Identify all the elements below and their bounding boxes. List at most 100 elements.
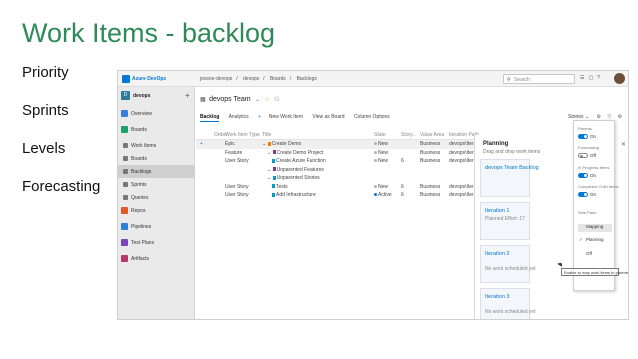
value-area: Business [420,183,441,190]
work-item-type: User Story [225,192,249,198]
table-row[interactable]: ⌄ Unparented Stories [196,174,496,183]
work-item-title-cell[interactable]: ⌄ Create Demo Project [262,150,372,156]
sidebar-item-pipelines[interactable]: Pipelines [118,220,195,236]
close-icon[interactable]: ✕ [621,141,626,148]
view-as-board-button[interactable]: View as Board [312,114,344,120]
column-options-button[interactable]: Column Options [354,114,390,120]
work-item-title-cell[interactable]: Add Infrastructure [262,192,372,198]
work-item-title[interactable]: Add Infrastructure [276,192,316,198]
add-child-icon[interactable]: + [200,141,203,147]
breadcrumb-backlogs[interactable]: Backlogs [297,76,317,82]
work-item-title[interactable]: Create Azure Function [276,158,326,164]
breadcrumb-org[interactable]: jessno-devops [200,76,232,82]
add-project-icon[interactable]: + [185,91,190,100]
team-name[interactable]: devops Team [209,96,251,103]
app-name[interactable]: Azure DevOps [132,76,166,82]
tab-analytics[interactable]: Analytics [229,114,249,120]
work-item-title[interactable]: Unparented Stories [277,175,320,181]
iteration-card[interactable]: Iteration 3 No work scheduled yet [480,288,536,319]
iteration-card[interactable]: Iteration 1 Planned Effort: 17 [480,202,530,240]
new-work-item-plus-icon[interactable]: + [258,114,261,120]
side-pane-option-mapping[interactable]: Mapping [578,224,612,232]
sidebar-item-backlogs[interactable]: Backlogs [118,165,195,178]
state-cell: New [374,158,396,164]
work-item-title-cell[interactable]: Tests [262,184,372,190]
work-item-title-cell[interactable]: ⌄ Create Demo [262,141,372,147]
work-item-title[interactable]: Create Demo [272,141,302,147]
sidebar-item-work-items[interactable]: Work Items [118,139,195,152]
work-item-title[interactable]: Tests [276,184,288,190]
org-selector[interactable]: D devops + [121,91,192,103]
new-work-item-button[interactable]: New Work Item [269,114,303,120]
work-items-icon [123,143,128,148]
breadcrumb-project[interactable]: devops [243,76,259,82]
sidebar-item-overview[interactable]: Overview [118,107,195,123]
iteration-name[interactable]: Iteration 2 [485,251,509,257]
column-header[interactable]: Story... [401,132,415,138]
section-forecasting: Forecasting [578,145,599,150]
work-item-title[interactable]: Unparented Features [277,167,324,173]
work-item-title-cell[interactable]: ⌄ Unparented Features [262,167,372,173]
column-header[interactable]: Title [262,132,372,138]
table-row[interactable]: User Story Create Azure Function New 6 Busin… [196,157,496,166]
work-item-type-icon [267,141,271,146]
work-item-type-icon [272,184,275,189]
iteration-name[interactable]: Iteration 1 [485,208,509,214]
table-row[interactable]: ⌄ Unparented Features [196,166,496,175]
iteration-name[interactable]: Iteration 3 [485,294,509,300]
state-text: New [378,149,389,156]
sidebar-item-test-plans[interactable]: Test Plans [118,236,195,252]
iteration-card[interactable]: Iteration 2 No work scheduled yet [480,245,536,283]
section-completed-children: Completed Child Items [578,184,619,189]
work-item-title-cell[interactable]: Create Azure Function [262,158,372,164]
column-header[interactable]: State [374,132,396,138]
help-icon[interactable]: ? [597,75,604,81]
completed-children-toggle[interactable] [578,192,588,197]
team-backlog-card[interactable]: devops Team Backlog [480,159,539,197]
avatar[interactable] [614,73,625,84]
sidebar-item-repos[interactable]: Repos [118,204,195,220]
state-dot-icon [374,150,377,154]
side-pane-option-planning[interactable]: ✓ Planning [578,237,612,245]
slide-bullets: Priority Sprints Levels Forecasting [22,64,100,216]
sidebar-item-queries[interactable]: Queries [118,191,195,204]
sidebar-item-label: Sprints [131,182,147,188]
work-item-title-cell[interactable]: ⌄ Unparented Stories [262,175,372,181]
state-cell: New [374,184,396,190]
work-item-title[interactable]: Create Demo Project [277,150,324,156]
sidebar-item-sprints[interactable]: Sprints [118,178,195,191]
sidebar-item-boards[interactable]: Boards [118,123,195,139]
forecasting-toggle-state: Off [590,153,596,158]
view-options-dropdown: Parents On Forecasting Off In Progress I… [573,120,619,291]
azure-devops-logo-icon[interactable] [122,75,130,83]
table-row[interactable]: + Epic ⌄ Create Demo New Business devops\Iter… [196,140,496,149]
sidebar-item-artifacts[interactable]: Artifacts [118,252,195,268]
work-item-type-icon [272,150,276,155]
state-dot-icon [374,193,377,197]
table-row[interactable]: User Story Add Infrastructure Active 6 Busin… [196,191,496,200]
tooltip: Enable to map work items to parents [561,268,628,276]
sidebar: D devops + Overview Boards Work Items Board… [118,87,195,319]
breadcrumb-boards[interactable]: Boards [270,76,286,82]
in-progress-toggle[interactable] [578,173,588,178]
team-backlog-link[interactable]: devops Team Backlog [485,165,539,171]
bag-icon[interactable]: ▢ [588,75,597,81]
favorite-star-icon[interactable]: ☆ [264,97,269,103]
column-header[interactable]: Value Area [420,132,446,138]
table-row[interactable]: Feature ⌄ Create Demo Project New Business d… [196,149,496,158]
team-members-icon[interactable]: ⚇ [274,97,279,103]
settings-icon[interactable]: ⚙ [618,114,622,120]
side-pane-option-off[interactable]: Off [578,251,612,259]
chevron-down-icon[interactable]: ⌄ [255,97,260,103]
slide-title: Work Items - backlog [22,18,276,48]
search-input[interactable]: ⚲ Search [503,74,575,84]
parents-toggle[interactable] [578,134,588,139]
section-in-progress: In Progress Items [578,165,610,170]
sidebar-item-boards[interactable]: Boards [118,152,195,165]
tab-bar: Backlog Analytics + New Work Item View as… [200,114,398,122]
option-label: Planning [586,237,604,242]
column-header[interactable]: Work Item Type [225,132,261,138]
forecasting-toggle[interactable] [578,153,588,158]
tab-backlog[interactable]: Backlog [200,114,220,122]
table-row[interactable]: User Story Tests New 6 Business devops\Iterat… [196,183,496,192]
